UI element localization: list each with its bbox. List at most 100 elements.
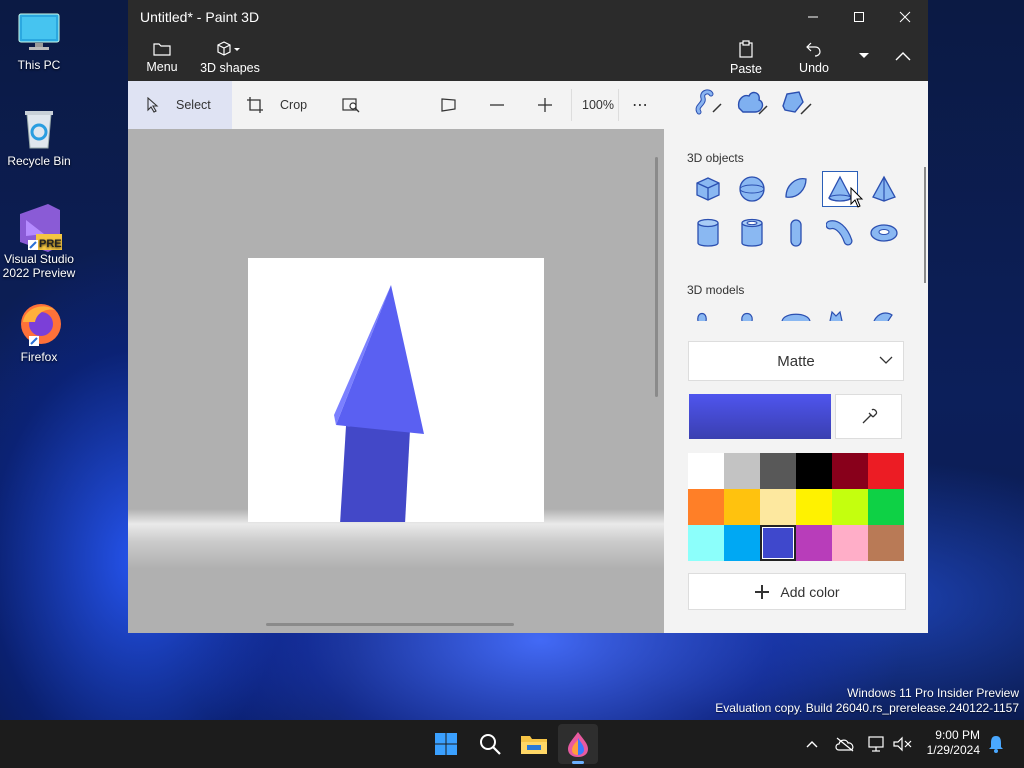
panel-scrollbar[interactable]: [924, 167, 926, 283]
desktop-icon-this-pc[interactable]: This PC: [0, 10, 78, 72]
monitor-icon: [17, 10, 61, 54]
shapes-label: 3D shapes: [200, 60, 260, 75]
menu-label: Menu: [146, 59, 178, 74]
material-dropdown[interactable]: Matte: [688, 341, 904, 381]
notifications-button[interactable]: [984, 724, 1008, 764]
tube-shape-icon[interactable]: [734, 215, 770, 251]
pre-badge: PRE: [39, 238, 62, 250]
onedrive-button[interactable]: [832, 724, 858, 764]
undo-button[interactable]: Undo: [794, 34, 834, 81]
color-swatch[interactable]: [760, 525, 796, 561]
select-label: Select: [176, 98, 211, 112]
sharp-edge-tool-icon[interactable]: [778, 85, 814, 121]
3d-models-row-partial[interactable]: [690, 309, 910, 321]
color-swatch[interactable]: [688, 453, 724, 489]
color-swatch[interactable]: [796, 453, 832, 489]
canvas-toolbar: Select Crop 100% ⋯: [128, 81, 664, 129]
hemisphere-shape-icon[interactable]: [778, 171, 814, 207]
select-arrow-icon: [147, 97, 159, 113]
color-swatch[interactable]: [832, 453, 868, 489]
current-color-swatch[interactable]: [689, 394, 831, 439]
search-button[interactable]: [470, 724, 510, 764]
chevron-up-icon: [806, 741, 818, 748]
3d-arrow-object[interactable]: [248, 258, 544, 524]
volume-button[interactable]: [890, 724, 914, 764]
maximize-icon: [854, 12, 864, 22]
tube-tool-icon[interactable]: [690, 85, 726, 121]
network-button[interactable]: [864, 724, 890, 764]
active-indicator: [572, 761, 584, 764]
collapse-ribbon-button[interactable]: [888, 34, 918, 81]
color-swatch[interactable]: [760, 489, 796, 525]
color-swatch[interactable]: [832, 525, 868, 561]
clipboard-icon: [739, 39, 753, 58]
3d-shapes-button[interactable]: 3D shapes: [200, 34, 260, 81]
color-swatch[interactable]: [832, 489, 868, 525]
zoom-out-button[interactable]: [488, 81, 510, 129]
desktop-icon-label: Recycle Bin: [7, 154, 71, 168]
color-swatch[interactable]: [724, 525, 760, 561]
history-dropdown-button[interactable]: [850, 34, 878, 81]
watermark-line1: Windows 11 Pro Insider Preview: [847, 686, 1019, 700]
curved-tube-shape-icon[interactable]: [822, 215, 858, 251]
select-button[interactable]: Select: [128, 81, 232, 129]
horizontal-scrollbar[interactable]: [266, 623, 514, 626]
cloud-offline-icon: [835, 737, 854, 752]
zoom-in-button[interactable]: [536, 81, 558, 129]
color-swatch[interactable]: [868, 525, 904, 561]
clock-date: 1/29/2024: [926, 743, 980, 757]
close-button[interactable]: [882, 0, 928, 34]
menu-button[interactable]: Menu: [142, 34, 182, 81]
title-bar: Untitled* - Paint 3D: [128, 0, 928, 34]
desktop-icon-firefox[interactable]: Firefox: [0, 302, 78, 364]
chevron-up-icon: [895, 51, 911, 60]
color-swatch[interactable]: [868, 489, 904, 525]
bell-icon: [989, 736, 1003, 753]
folder-icon: [153, 42, 171, 56]
color-swatch[interactable]: [868, 453, 904, 489]
add-color-button[interactable]: Add color: [688, 573, 906, 610]
show-hidden-icons-button[interactable]: [800, 724, 824, 764]
maximize-button[interactable]: [836, 0, 882, 34]
color-swatch[interactable]: [688, 489, 724, 525]
vertical-scrollbar[interactable]: [655, 157, 658, 397]
desktop-icon-visual-studio[interactable]: PRE Visual Studio 2022 Preview: [0, 204, 78, 280]
zoom-level[interactable]: 100%: [582, 81, 614, 129]
soft-edge-tool-icon[interactable]: [734, 85, 770, 121]
paint3d-taskbar-button[interactable]: [558, 724, 598, 764]
caret-down-icon: [859, 52, 869, 58]
color-swatch[interactable]: [724, 489, 760, 525]
color-swatch[interactable]: [724, 453, 760, 489]
3d-models-label: 3D models: [687, 283, 745, 297]
desktop-icon-label: This PC: [17, 58, 61, 72]
drawing-canvas[interactable]: [248, 258, 544, 524]
more-options-button[interactable]: ⋯: [632, 81, 652, 129]
color-swatch[interactable]: [688, 525, 724, 561]
eyedropper-button[interactable]: [835, 394, 902, 439]
pyramid-shape-icon[interactable]: [866, 171, 902, 207]
taskbar: 9:00 PM 1/29/2024: [0, 720, 1024, 768]
window-title: Untitled* - Paint 3D: [140, 9, 260, 25]
desktop-icon-recycle-bin[interactable]: Recycle Bin: [0, 106, 78, 168]
file-explorer-button[interactable]: [514, 724, 554, 764]
3d-objects-label: 3D objects: [687, 151, 744, 165]
start-button[interactable]: [426, 724, 466, 764]
cube-shape-icon[interactable]: [690, 171, 726, 207]
crop-button[interactable]: Crop: [246, 81, 316, 129]
toolbar-divider: [618, 89, 619, 121]
minimize-button[interactable]: [790, 0, 836, 34]
firefox-icon: [17, 302, 61, 346]
canvas-area[interactable]: [128, 129, 664, 633]
magic-select-button[interactable]: [342, 81, 366, 129]
color-swatch[interactable]: [796, 525, 832, 561]
color-swatch[interactable]: [796, 489, 832, 525]
donut-shape-icon[interactable]: [866, 215, 902, 251]
cylinder-shape-icon[interactable]: [690, 215, 726, 251]
paste-button[interactable]: Paste: [726, 34, 766, 81]
sphere-shape-icon[interactable]: [734, 171, 770, 207]
paint3d-icon: [568, 732, 588, 757]
view-3d-button[interactable]: [440, 81, 462, 129]
system-clock[interactable]: 9:00 PM 1/29/2024: [927, 728, 980, 758]
color-swatch[interactable]: [760, 453, 796, 489]
capsule-shape-icon[interactable]: [778, 215, 814, 251]
